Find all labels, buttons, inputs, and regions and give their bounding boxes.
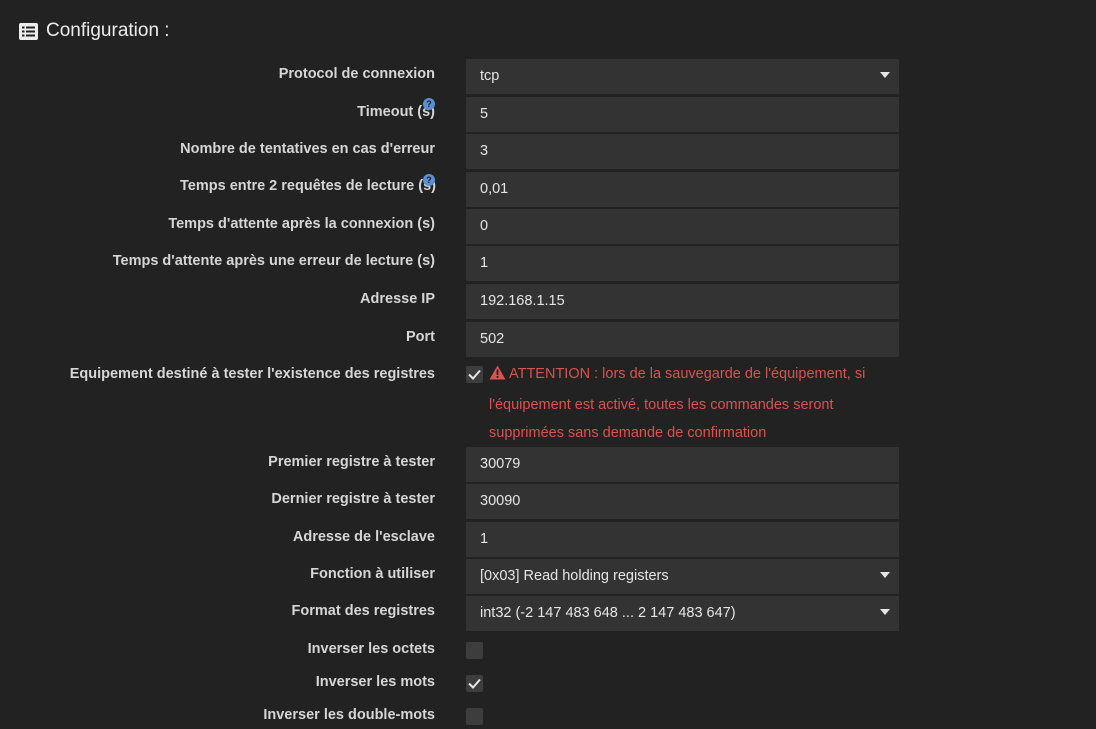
swap-words-checkbox[interactable] [466,675,483,692]
caret-down-icon [880,572,890,578]
help-icon[interactable]: ? [423,98,435,110]
first-register-input[interactable]: 30079 [466,447,899,482]
protocol-label: Protocol de connexion [278,66,435,82]
check-icon [468,369,481,380]
last-register-input[interactable]: 30090 [466,484,899,519]
retries-input[interactable]: 3 [466,134,899,169]
error-wait-label: Temps d'attente après une erreur de lect… [112,253,435,269]
function-select[interactable]: [0x03] Read holding registers [466,559,899,594]
slave-address-input[interactable]: 1 [466,522,899,557]
protocol-select[interactable]: tcp [466,59,899,94]
slave-address-label: Adresse de l'esclave [292,529,435,545]
connect-wait-label: Temps d'attente après la connexion (s) [168,216,435,232]
test-equipment-checkbox[interactable] [466,366,483,383]
warning-message: ATTENTION : lors de la sauvegarde de l'é… [489,360,899,448]
read-delay-label: Temps entre 2 requêtes de lecture (s) [180,178,436,194]
test-equipment-label: Equipement destiné à tester l'existence … [69,366,435,382]
swap-bytes-label: Inverser les octets [307,641,435,657]
check-icon [468,678,481,689]
connect-wait-input[interactable]: 0 [466,209,899,244]
last-register-label: Dernier registre à tester [271,491,435,507]
format-label: Format des registres [291,603,435,619]
timeout-input[interactable]: 5 [466,97,899,132]
ip-label: Adresse IP [360,291,435,307]
list-alt-icon [19,22,38,40]
swap-bytes-checkbox[interactable] [466,642,483,659]
function-label: Fonction à utiliser [310,566,435,582]
page-title: Configuration : [46,20,170,41]
caret-down-icon [880,72,890,78]
swap-dwords-label: Inverser les double-mots [263,707,435,723]
ip-input[interactable]: 192.168.1.15 [466,284,899,319]
config-header: Configuration : [19,19,170,43]
port-input[interactable]: 502 [466,322,899,357]
warning-triangle-icon [489,362,506,391]
retries-label: Nombre de tentatives en cas d'erreur [180,141,435,157]
port-label: Port [406,329,435,345]
swap-dwords-checkbox[interactable] [466,708,483,725]
read-delay-input[interactable]: 0,01 [466,172,899,207]
help-icon[interactable]: ? [423,174,435,186]
swap-words-label: Inverser les mots [315,674,435,690]
caret-down-icon [880,609,890,615]
error-wait-input[interactable]: 1 [466,246,899,281]
first-register-label: Premier registre à tester [268,454,435,470]
format-select[interactable]: int32 (-2 147 483 648 ... 2 147 483 647) [466,596,899,631]
